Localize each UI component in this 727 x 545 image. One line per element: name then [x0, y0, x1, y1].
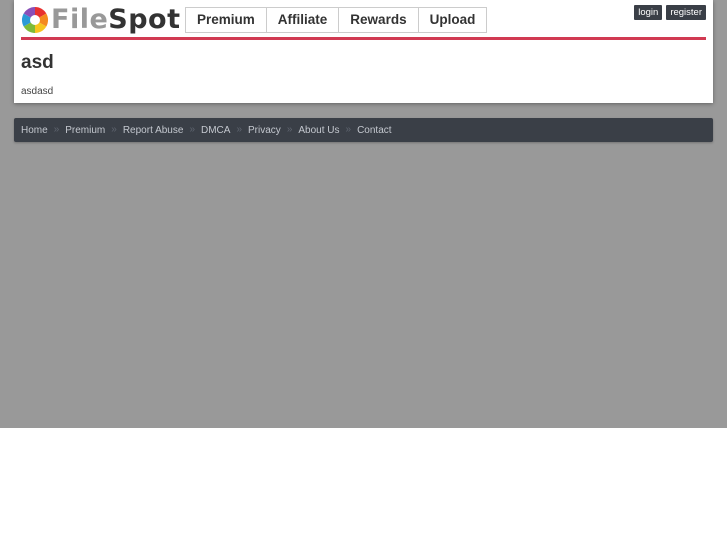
nav-item-affiliate[interactable]: Affiliate — [267, 8, 340, 32]
register-button[interactable]: register — [666, 5, 706, 20]
footer-separator: » — [53, 124, 60, 135]
filespot-logo-icon — [21, 6, 49, 34]
nav-item-rewards[interactable]: Rewards — [339, 8, 419, 32]
nav-item-premium[interactable]: Premium — [186, 8, 267, 32]
footer-separator: » — [236, 124, 243, 135]
login-button[interactable]: login — [634, 5, 663, 20]
auth-buttons: login register — [634, 5, 706, 20]
header-card: FileSpot Premium Affiliate Rewards Uploa… — [14, 0, 713, 103]
footer-link-privacy[interactable]: Privacy — [248, 125, 281, 136]
page-title: asd — [21, 52, 54, 73]
footer-separator: » — [286, 124, 293, 135]
footer-separator: » — [111, 124, 117, 135]
main-nav: Premium Affiliate Rewards Upload — [185, 7, 488, 33]
footer-link-report-abuse[interactable]: Report Abuse — [123, 125, 184, 136]
footer-link-about-us[interactable]: About Us — [298, 125, 339, 136]
logo-text-file: File — [51, 4, 109, 35]
footer-separator: » — [189, 124, 195, 135]
footer-link-contact[interactable]: Contact — [357, 125, 391, 136]
header-divider — [21, 37, 706, 40]
footer-link-premium[interactable]: Premium — [65, 125, 105, 136]
footer-separator: » — [345, 124, 352, 135]
footer-link-home[interactable]: Home — [21, 125, 48, 136]
logo-text-spot: Spot — [108, 4, 181, 35]
page-body-text: asdasd — [21, 86, 54, 97]
site-logo[interactable]: FileSpot — [21, 5, 181, 35]
nav-item-upload[interactable]: Upload — [419, 8, 487, 32]
logo-text: FileSpot — [51, 5, 181, 35]
footer-nav: Home » Premium » Report Abuse » DMCA » P… — [14, 118, 713, 142]
footer-link-dmca[interactable]: DMCA — [201, 125, 230, 136]
